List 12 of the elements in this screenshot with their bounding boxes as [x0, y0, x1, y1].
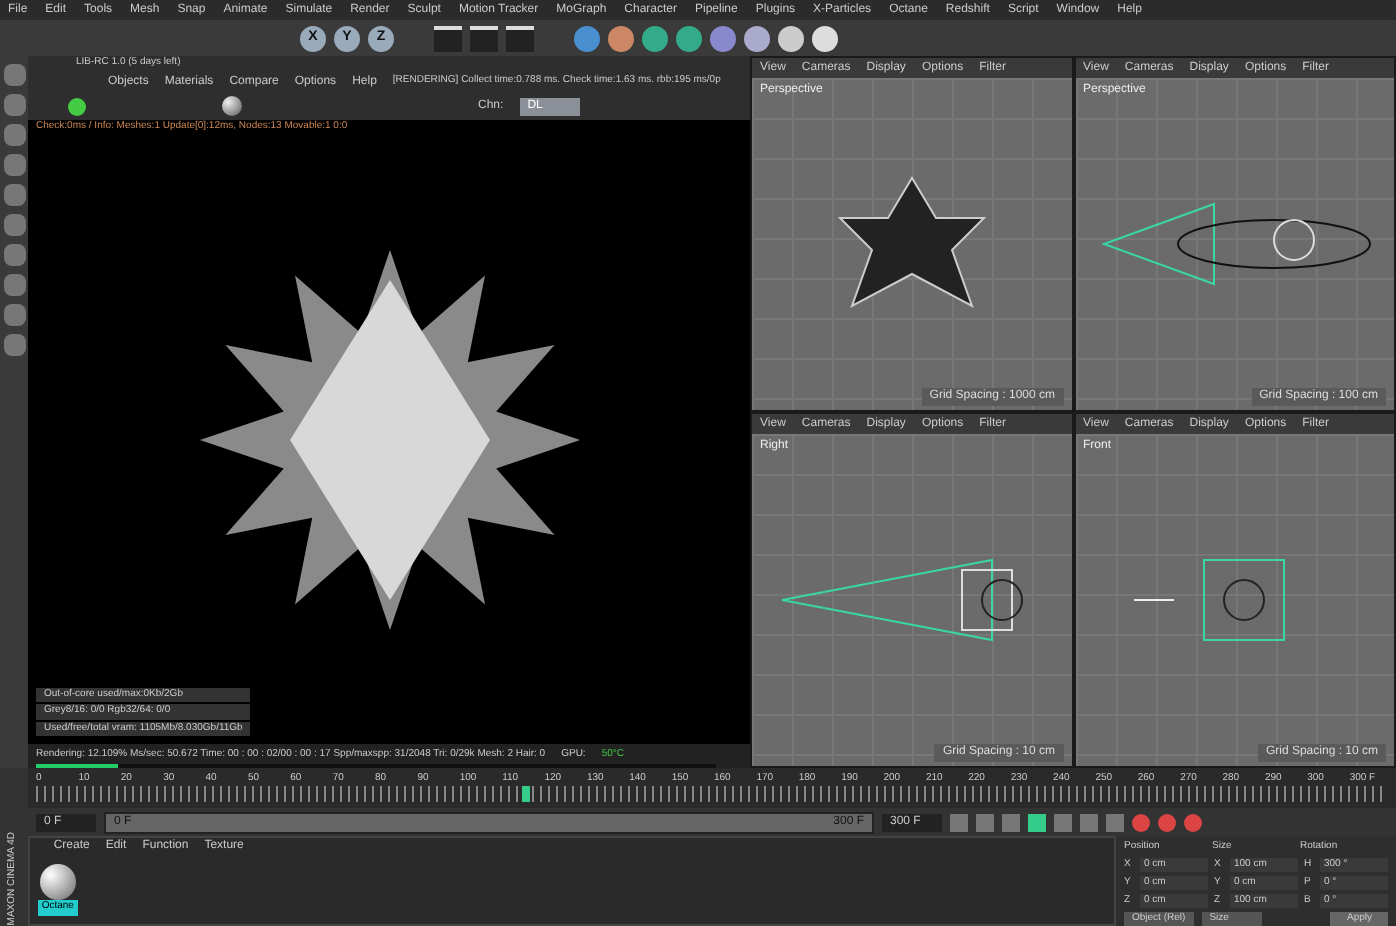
clapper-icon[interactable]: [470, 25, 498, 51]
clapper-icon[interactable]: [434, 25, 462, 51]
tool-icon[interactable]: [608, 25, 634, 51]
timeline-track[interactable]: [36, 786, 1388, 802]
tool-icon[interactable]: [710, 25, 736, 51]
tool-icon[interactable]: [778, 25, 804, 51]
tool-icon[interactable]: [812, 25, 838, 51]
tool-icon[interactable]: [642, 25, 668, 51]
clapper-icon[interactable]: [506, 25, 534, 51]
tool-icon[interactable]: [676, 25, 702, 51]
playhead[interactable]: [522, 786, 531, 802]
tool-icon[interactable]: [744, 25, 770, 51]
